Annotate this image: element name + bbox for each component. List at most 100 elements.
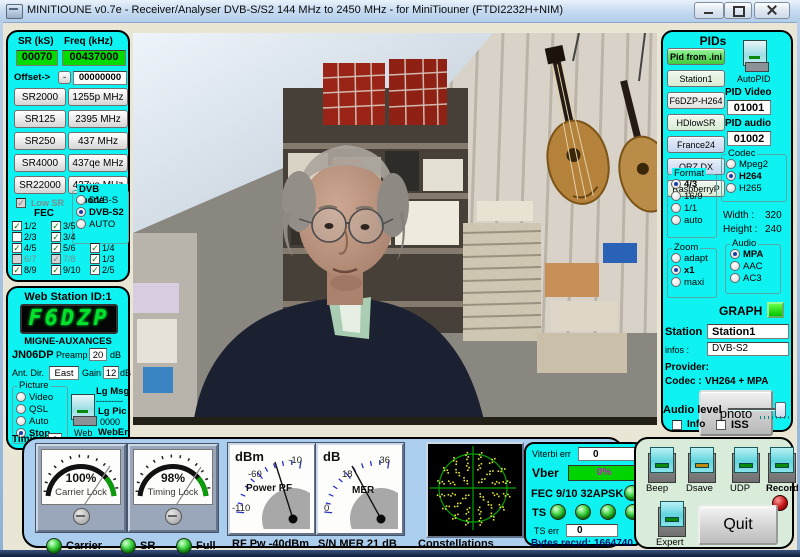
radio-button[interactable] [671, 277, 681, 287]
radio-option[interactable]: Mpeg2 [726, 158, 768, 170]
switch-udp[interactable] [732, 447, 758, 481]
low-sr-option[interactable]: ✓ Low SR [16, 198, 64, 208]
radio-button[interactable] [726, 159, 736, 169]
preset-freq-button[interactable]: 437 MHz [68, 132, 128, 150]
radio-option[interactable]: QSL [16, 403, 53, 415]
radio-option[interactable]: Auto [16, 415, 53, 427]
radio-button[interactable] [671, 179, 681, 189]
offset-input[interactable]: 00000000 [73, 71, 127, 85]
fec-checkbox[interactable]: ✓ [12, 243, 22, 253]
fec-option[interactable]: ✓5/6 [51, 242, 90, 253]
radio-button[interactable] [730, 273, 740, 283]
fec-option[interactable]: ✓3/5 [51, 220, 90, 231]
fec-option[interactable]: 6/7 [12, 253, 51, 264]
radio-option[interactable]: H265 [726, 182, 768, 194]
fec-checkbox[interactable]: ✓ [51, 265, 61, 275]
audio-level-slider[interactable] [728, 402, 786, 416]
info-checkbox[interactable] [672, 420, 682, 430]
radio-button[interactable] [730, 261, 740, 271]
radio-option[interactable]: Video [16, 391, 53, 403]
timing-meter-knob[interactable] [165, 508, 182, 525]
pid-preset-button[interactable]: HDlowSR [667, 114, 725, 131]
radio-option[interactable]: MPA [730, 248, 763, 260]
info-option[interactable]: Info [672, 419, 705, 430]
fec-checkbox[interactable]: ✓ [12, 221, 22, 231]
offset-minus-button[interactable]: - [58, 71, 71, 84]
iss-checkbox[interactable] [716, 420, 726, 430]
radio-button[interactable] [726, 171, 736, 181]
preset-sr-button[interactable]: SR125 [14, 110, 66, 128]
preset-freq-button[interactable]: 2395 MHz [68, 110, 128, 128]
gain-input[interactable]: 12 [103, 366, 119, 379]
fec-checkbox[interactable]: ✓ [51, 243, 61, 253]
fec-checkbox[interactable]: ✓ [51, 232, 61, 242]
fec-option[interactable]: ✓4/5 [12, 242, 51, 253]
fec-option[interactable]: ✓3/4 [51, 231, 90, 242]
fec-checkbox[interactable]: ✓ [90, 254, 100, 264]
radio-button[interactable] [671, 203, 681, 213]
fec-checkbox[interactable] [12, 254, 22, 264]
sr-input[interactable]: 00070 [16, 50, 58, 66]
infos-input[interactable]: DVB-S2 [707, 342, 789, 356]
radio-option[interactable]: auto [671, 214, 703, 226]
switch-record[interactable] [768, 447, 794, 481]
fec-option[interactable]: 2/3 [12, 231, 51, 242]
ant-dir-input[interactable]: East [49, 366, 79, 380]
expert-switch[interactable] [658, 501, 684, 535]
radio-option[interactable]: x1 [671, 264, 708, 276]
maximize-button[interactable] [724, 2, 752, 19]
switch-beep[interactable] [648, 447, 674, 481]
close-button[interactable] [754, 2, 790, 19]
radio-button[interactable] [76, 207, 86, 217]
radio-option[interactable]: 4/3 [671, 178, 703, 190]
minimize-button[interactable] [694, 2, 724, 19]
fec-checkbox[interactable]: ✓ [51, 221, 61, 231]
switch-dsave[interactable] [688, 447, 714, 481]
fec-option[interactable]: ✓8/9 [12, 264, 51, 275]
preset-sr-button[interactable]: SR2000 [14, 88, 66, 106]
radio-option[interactable]: DVB-S [76, 194, 124, 206]
station-input[interactable]: Station1 [707, 324, 789, 339]
title-bar[interactable]: MINITIOUNE v0.7e - Receiver/Analyser DVB… [0, 0, 800, 23]
graph-button[interactable] [767, 302, 784, 318]
pid-preset-button[interactable]: Pid from .ini [667, 48, 725, 65]
carrier-meter-knob[interactable] [73, 508, 90, 525]
radio-button[interactable] [16, 404, 26, 414]
fec-checkbox[interactable]: ✓ [90, 243, 100, 253]
quit-button[interactable]: Quit [698, 505, 778, 545]
fec-option[interactable]: ✓7/8 [51, 253, 90, 264]
pid-preset-button[interactable]: France24 [667, 136, 725, 153]
radio-option[interactable]: 16/9 [671, 190, 703, 202]
fec-option[interactable]: ✓1/2 [12, 220, 51, 231]
preset-sr-button[interactable]: SR250 [14, 132, 66, 150]
radio-button[interactable] [726, 183, 736, 193]
preamp-input[interactable]: 20 [89, 348, 107, 361]
radio-button[interactable] [671, 215, 681, 225]
radio-button[interactable] [730, 249, 740, 259]
low-sr-checkbox[interactable]: ✓ [16, 198, 26, 208]
radio-button[interactable] [76, 195, 86, 205]
freq-input[interactable]: 00437000 [62, 50, 126, 66]
radio-option[interactable]: maxi [671, 276, 708, 288]
radio-option[interactable]: adapt [671, 252, 708, 264]
fec-option[interactable]: ✓2/5 [90, 264, 129, 275]
iss-option[interactable]: ISS [716, 419, 749, 431]
preset-freq-button[interactable]: 437qe MHz [68, 154, 128, 172]
pid-preset-button[interactable]: Station1 [667, 70, 725, 87]
preset-sr-button[interactable]: SR4000 [14, 154, 66, 172]
radio-option[interactable]: AAC [730, 260, 763, 272]
fec-option[interactable]: ✓1/3 [90, 253, 129, 264]
radio-button[interactable] [16, 416, 26, 426]
preset-freq-button[interactable]: 1255p MHz [68, 88, 128, 106]
fec-checkbox[interactable]: ✓ [12, 265, 22, 275]
pid-preset-button[interactable]: F6DZP-H264 [667, 92, 725, 109]
preset-sr-button[interactable]: SR22000 [14, 176, 66, 194]
fec-option[interactable]: ✓9/10 [51, 264, 90, 275]
radio-button[interactable] [671, 253, 681, 263]
pid-video-input[interactable]: 01001 [727, 100, 771, 115]
fec-checkbox[interactable] [12, 232, 22, 242]
radio-option[interactable]: AC3 [730, 272, 763, 284]
radio-option[interactable]: 1/1 [671, 202, 703, 214]
pid-audio-input[interactable]: 01002 [727, 131, 771, 146]
fec-checkbox[interactable]: ✓ [90, 265, 100, 275]
